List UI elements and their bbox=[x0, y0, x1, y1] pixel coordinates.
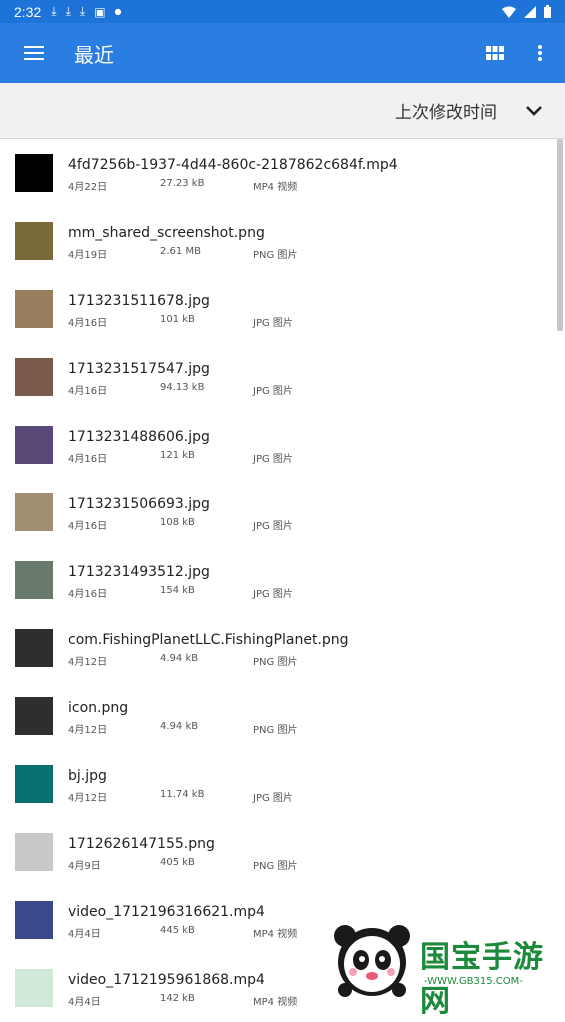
file-date: 4月16日 bbox=[68, 521, 108, 533]
download-icon: ⤓ bbox=[79, 4, 86, 18]
file-type: PNG 图片 bbox=[253, 249, 298, 261]
file-type: PNG 图片 bbox=[253, 657, 298, 669]
file-thumbnail bbox=[15, 153, 53, 192]
file-date: 4月9日 bbox=[68, 860, 101, 872]
file-type: PNG 图片 bbox=[253, 860, 298, 872]
status-time: 2:32 bbox=[14, 3, 42, 20]
file-type: JPG 图片 bbox=[253, 453, 293, 465]
file-size: 121 kB bbox=[160, 449, 195, 461]
file-row[interactable]: 4fd7256b-1937-4d44-860c-2187862c684f.mp4… bbox=[0, 139, 565, 207]
dot-icon: ● bbox=[114, 7, 122, 16]
status-bar: 2:32 ⤓ ⤓ ⤓ ▣ ● bbox=[0, 0, 565, 23]
file-size: 108 kB bbox=[160, 517, 195, 529]
file-row[interactable]: 1713231488606.jpg 4月16日 121 kB JPG 图片 bbox=[0, 411, 565, 479]
file-thumbnail bbox=[15, 561, 53, 600]
file-type: MP4 视频 bbox=[253, 996, 298, 1008]
more-vert-icon[interactable] bbox=[515, 23, 565, 83]
file-size: 27.23 kB bbox=[160, 178, 205, 189]
file-thumbnail bbox=[15, 832, 53, 871]
file-size: 4.94 kB bbox=[160, 653, 199, 665]
file-thumbnail bbox=[15, 629, 53, 668]
file-name: 1713231488606.jpg bbox=[68, 428, 210, 445]
file-thumbnail bbox=[15, 425, 53, 464]
file-name: video_1712195961868.mp4 bbox=[68, 971, 265, 988]
file-size: 405 kB bbox=[160, 856, 195, 868]
file-row[interactable]: icon.png 4月12日 4.94 kB PNG 图片 bbox=[0, 682, 565, 750]
file-thumbnail bbox=[15, 764, 53, 803]
file-type: JPG 图片 bbox=[253, 589, 293, 601]
panda-logo-icon bbox=[334, 925, 410, 997]
file-date: 4月12日 bbox=[68, 657, 108, 669]
file-size: 142 kB bbox=[160, 992, 195, 1004]
app-bar: 最近 bbox=[0, 23, 565, 83]
file-name: bj.jpg bbox=[68, 768, 107, 785]
battery-icon bbox=[544, 5, 551, 18]
file-date: 4月12日 bbox=[68, 725, 108, 737]
file-type: JPG 图片 bbox=[253, 793, 293, 805]
file-thumbnail bbox=[15, 357, 53, 396]
file-date: 4月4日 bbox=[68, 928, 101, 940]
file-size: 101 kB bbox=[160, 313, 195, 325]
file-row[interactable]: 1713231493512.jpg 4月16日 154 kB JPG 图片 bbox=[0, 546, 565, 614]
file-type: JPG 图片 bbox=[253, 521, 293, 533]
file-name: icon.png bbox=[68, 700, 129, 717]
scrollbar[interactable] bbox=[557, 139, 563, 331]
download-icon: ⤓ bbox=[51, 4, 57, 18]
app-icon: ▣ bbox=[94, 4, 106, 19]
file-date: 4月12日 bbox=[68, 793, 108, 805]
file-row[interactable]: 1713231517547.jpg 4月16日 94.13 kB JPG 图片 bbox=[0, 343, 565, 411]
file-name: 1713231493512.jpg bbox=[68, 564, 210, 581]
file-thumbnail bbox=[15, 697, 53, 736]
file-date: 4月4日 bbox=[68, 996, 101, 1008]
file-name: 1713231506693.jpg bbox=[68, 496, 210, 513]
file-type: MP4 视频 bbox=[253, 928, 298, 940]
wifi-icon bbox=[502, 6, 516, 18]
page-title: 最近 bbox=[74, 42, 114, 67]
file-name: video_1712196316621.mp4 bbox=[68, 903, 265, 920]
file-name: 1713231517547.jpg bbox=[68, 360, 210, 377]
file-type: PNG 图片 bbox=[253, 725, 298, 737]
file-size: 2.61 MB bbox=[160, 245, 201, 257]
grid-view-icon[interactable] bbox=[475, 23, 515, 83]
file-row[interactable]: 1713231511678.jpg 4月16日 101 kB JPG 图片 bbox=[0, 275, 565, 343]
file-row[interactable]: 1713231506693.jpg 4月16日 108 kB JPG 图片 bbox=[0, 478, 565, 546]
watermark-url: -WWW.GB315.COM- bbox=[424, 976, 523, 987]
signal-icon bbox=[524, 5, 536, 18]
file-date: 4月19日 bbox=[68, 249, 108, 261]
file-thumbnail bbox=[15, 493, 53, 532]
watermark: 国宝手游网 -WWW.GB315.COM- bbox=[312, 910, 565, 1019]
file-name: mm_shared_screenshot.png bbox=[68, 224, 265, 241]
file-date: 4月16日 bbox=[68, 589, 108, 601]
file-size: 94.13 kB bbox=[160, 381, 205, 393]
file-row[interactable]: com.FishingPlanetLLC.FishingPlanet.png 4月… bbox=[0, 614, 565, 682]
chevron-down-icon[interactable] bbox=[525, 105, 543, 116]
file-date: 4月16日 bbox=[68, 385, 108, 397]
file-thumbnail bbox=[15, 900, 53, 939]
sort-label: 上次修改时间 bbox=[395, 103, 497, 123]
file-thumbnail bbox=[15, 289, 53, 328]
menu-icon[interactable] bbox=[0, 23, 68, 83]
file-name: com.FishingPlanetLLC.FishingPlanet.png bbox=[68, 632, 349, 649]
file-type: MP4 视频 bbox=[253, 182, 298, 193]
file-row[interactable]: bj.jpg 4月12日 11.74 kB JPG 图片 bbox=[0, 750, 565, 818]
file-size: 11.74 kB bbox=[160, 789, 205, 801]
file-list: 4fd7256b-1937-4d44-860c-2187862c684f.mp4… bbox=[0, 139, 565, 1022]
download-icon: ⤓ bbox=[65, 4, 71, 18]
file-size: 4.94 kB bbox=[160, 721, 199, 733]
file-date: 4月16日 bbox=[68, 453, 108, 465]
file-name: 1713231511678.jpg bbox=[68, 292, 210, 309]
file-row[interactable]: 1712626147155.png 4月9日 405 kB PNG 图片 bbox=[0, 818, 565, 886]
file-type: JPG 图片 bbox=[253, 317, 293, 329]
file-name: 4fd7256b-1937-4d44-860c-2187862c684f.mp4 bbox=[68, 157, 398, 173]
file-date: 4月22日 bbox=[68, 182, 108, 193]
file-row[interactable]: mm_shared_screenshot.png 4月19日 2.61 MB PNG … bbox=[0, 207, 565, 275]
file-name: 1712626147155.png bbox=[68, 835, 215, 852]
file-type: JPG 图片 bbox=[253, 385, 293, 397]
sort-bar[interactable]: 上次修改时间 bbox=[0, 83, 565, 139]
file-size: 154 kB bbox=[160, 585, 195, 597]
file-thumbnail bbox=[15, 968, 53, 1007]
file-date: 4月16日 bbox=[68, 317, 108, 329]
file-size: 445 kB bbox=[160, 924, 195, 936]
file-thumbnail bbox=[15, 221, 53, 260]
